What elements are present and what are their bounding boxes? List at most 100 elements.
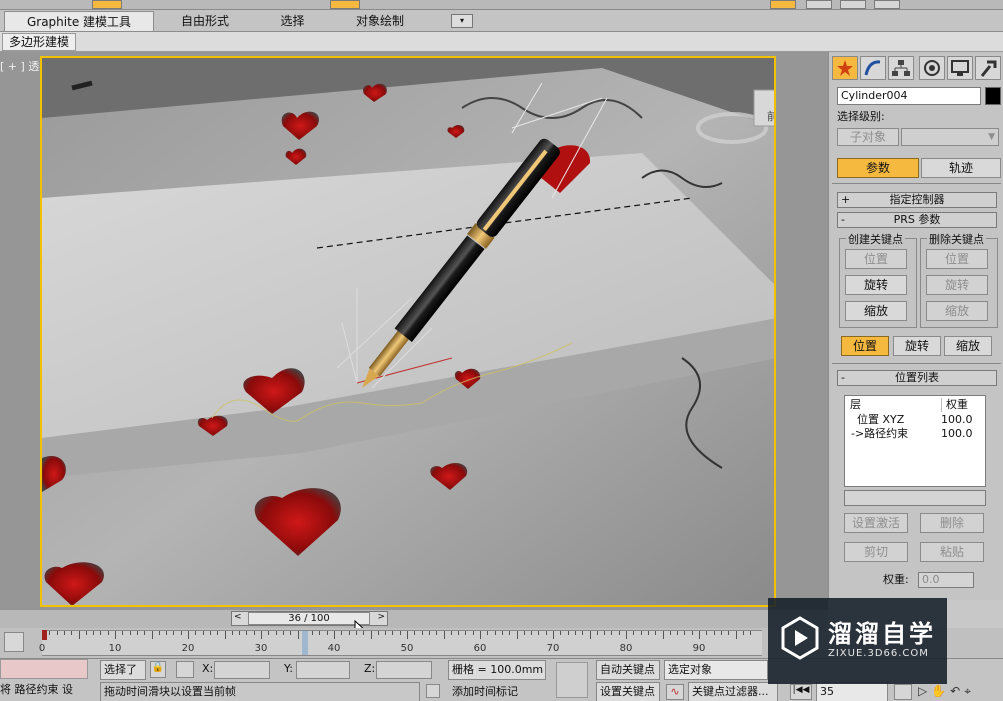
z-label: Z: (364, 662, 376, 675)
display-tab-icon[interactable] (947, 56, 973, 80)
modify-tab-icon[interactable] (860, 56, 886, 80)
position-list-box[interactable]: 层 权重 位置 XYZ 100.0 ->路径约束 100.0 (844, 395, 986, 487)
key-mode-icon[interactable]: ∿ (666, 684, 684, 700)
ruler-tick (443, 631, 445, 639)
current-frame-marker[interactable] (301, 631, 308, 655)
motion-tab-icon[interactable] (919, 56, 945, 80)
create-scale-key-button[interactable]: 缩放 (845, 301, 907, 321)
set-active-button[interactable]: 设置激活 (844, 513, 908, 533)
ruler-tick (626, 631, 627, 639)
delete-position-key-button[interactable]: 位置 (926, 249, 988, 269)
ruler-label: 30 (254, 643, 268, 654)
viewport-nav-icons[interactable]: ▷✋↶⌖ (918, 684, 998, 700)
set-key-button[interactable]: 设置关键点 (596, 682, 660, 701)
ruler-tick (334, 631, 335, 639)
utilities-tab-icon[interactable] (975, 56, 1001, 80)
render-frame-button[interactable] (874, 0, 900, 9)
object-color-swatch[interactable] (985, 87, 1001, 105)
mode-rotation-button[interactable]: 旋转 (893, 336, 941, 356)
y-coordinate-field[interactable] (296, 661, 350, 679)
watermark-logo: 溜溜自学 ZIXUE.3D66.COM (768, 598, 947, 684)
time-slider-thumb[interactable]: 36 / 100 (248, 612, 370, 625)
maxscript-listener-field[interactable] (0, 659, 88, 679)
weight-spinner[interactable]: 0.0 (918, 572, 974, 588)
time-config-icon[interactable] (894, 684, 912, 700)
cut-button[interactable]: 剪切 (844, 542, 908, 562)
ruler-tick (217, 631, 219, 635)
create-tab-icon[interactable] (832, 56, 858, 80)
grid-size: 栅格 = 100.0mm (448, 660, 546, 680)
column-header-weight: 权重 (941, 398, 985, 412)
viewcube-face-label[interactable]: 前 (767, 108, 774, 124)
create-position-key-button[interactable]: 位置 (845, 249, 907, 269)
sub-object-dropdown[interactable]: ▼ (901, 128, 999, 146)
ruler-label: 40 (327, 643, 341, 654)
object-name-field[interactable]: Cylinder004 (837, 87, 981, 105)
list-name-field[interactable] (844, 490, 986, 506)
ruler-tick (180, 631, 182, 635)
current-frame-field[interactable]: 35 (816, 682, 888, 701)
x-label: X: (202, 662, 214, 675)
absolute-mode-icon[interactable] (176, 661, 194, 678)
tab-parameters[interactable]: 参数 (837, 158, 919, 178)
add-time-tag[interactable]: 添加时间标记 (452, 684, 518, 701)
render-tool-button[interactable] (770, 0, 796, 9)
rollout-assign-controller[interactable]: + 指定控制器 (837, 192, 997, 208)
curve-editor-icon[interactable] (4, 632, 24, 652)
hierarchy-tab-icon[interactable] (888, 56, 914, 80)
time-tag-icon[interactable] (426, 684, 440, 698)
select-tool-button[interactable] (92, 0, 122, 9)
ruler-tick (450, 631, 452, 635)
tab-graphite-modeling[interactable]: Graphite 建模工具 (4, 11, 154, 31)
ruler-tick (290, 631, 292, 635)
lock-icon[interactable]: 🔒 (150, 661, 166, 678)
mode-position-button[interactable]: 位置 (841, 336, 889, 356)
paste-button[interactable]: 粘贴 (920, 542, 984, 562)
material-tool-button[interactable] (806, 0, 832, 9)
ribbon-tabs: Graphite 建模工具 自由形式 选择 对象绘制 ▾ (0, 10, 1003, 32)
mode-scale-button[interactable]: 缩放 (944, 336, 992, 356)
delete-layer-button[interactable]: 删除 (920, 513, 984, 533)
ruler-tick (312, 631, 314, 635)
sub-object-button[interactable]: 子对象 (837, 128, 899, 146)
rollout-position-list[interactable]: - 位置列表 (837, 370, 997, 386)
auto-key-button[interactable]: 自动关键点 (596, 660, 660, 680)
ruler-tick (699, 631, 700, 639)
ruler-tick (173, 631, 175, 635)
delete-rotation-key-button[interactable]: 旋转 (926, 275, 988, 295)
ruler-label: 80 (619, 643, 633, 654)
render-setup-button[interactable] (840, 0, 866, 9)
create-rotation-key-button[interactable]: 旋转 (845, 275, 907, 295)
delete-scale-key-button[interactable]: 缩放 (926, 301, 988, 321)
ruler-tick (158, 631, 160, 635)
list-item[interactable]: ->路径约束 100.0 (845, 427, 985, 441)
selection-set-dropdown[interactable]: 选定对象 (664, 660, 768, 680)
ruler-tick (436, 631, 438, 635)
key-filters-button[interactable]: 关键点过滤器... (688, 682, 778, 701)
ruler-tick (684, 631, 686, 635)
y-label: Y: (284, 662, 293, 675)
perspective-viewport[interactable]: 前 (40, 56, 776, 607)
tab-freeform[interactable]: 自由形式 (165, 11, 245, 31)
z-coordinate-field[interactable] (376, 661, 432, 679)
snap-tool-button[interactable] (330, 0, 360, 9)
selection-count: 选择了 (100, 660, 146, 680)
ruler-tick (231, 631, 233, 635)
key-icon[interactable] (556, 662, 588, 698)
tab-trajectories[interactable]: 轨迹 (921, 158, 1001, 178)
tab-polygon-modeling[interactable]: 多边形建模 (2, 33, 77, 51)
rollout-prs-parameters[interactable]: - PRS 参数 (837, 212, 997, 228)
key-marker[interactable] (42, 630, 47, 640)
next-frame-icon[interactable]: > (377, 612, 385, 622)
ruler-tick (640, 631, 642, 635)
ribbon-options-dropdown[interactable]: ▾ (451, 14, 473, 28)
frame-ruler[interactable]: 0 10 20 30 40 50 60 70 80 90 (39, 630, 762, 656)
list-item[interactable]: 位置 XYZ 100.0 (845, 413, 985, 427)
go-to-start-icon[interactable]: |◀◀ (790, 684, 812, 700)
x-coordinate-field[interactable] (214, 661, 270, 679)
tab-selection[interactable]: 选择 (265, 11, 320, 31)
column-header-layer: 层 (850, 398, 861, 411)
list-item-name: 位置 XYZ (857, 413, 905, 426)
tab-object-paint[interactable]: 对象绘制 (340, 11, 420, 31)
prev-frame-icon[interactable]: < (234, 612, 242, 622)
